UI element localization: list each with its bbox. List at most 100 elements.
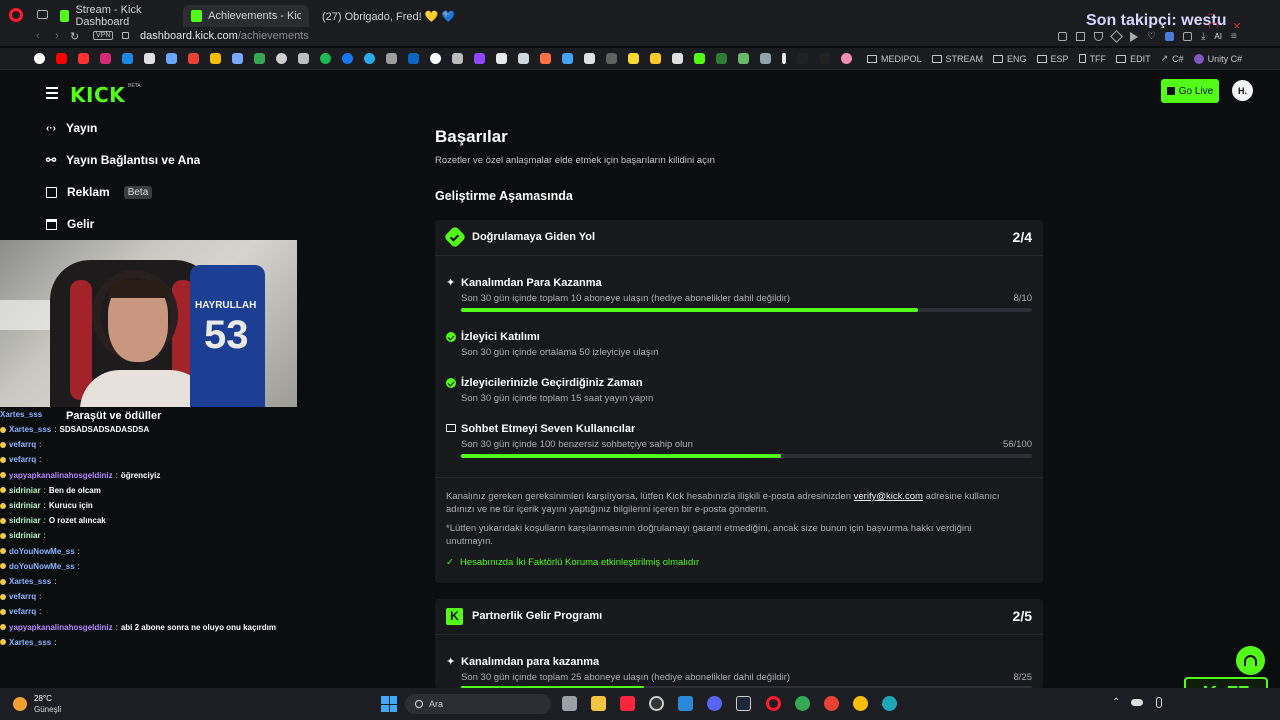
- chat-username[interactable]: yapyapkanalinahosgeldiniz: [9, 623, 113, 632]
- chrome-icon[interactable]: [853, 696, 868, 711]
- url-field[interactable]: dashboard.kick.com/achievements: [140, 30, 309, 42]
- linkedin-bookmark-icon[interactable]: [408, 53, 419, 64]
- youtube-bookmark-icon[interactable]: [56, 53, 67, 64]
- avatar[interactable]: H.: [1232, 80, 1253, 101]
- tab-achievements[interactable]: Achievements - Kick Dashb: [183, 5, 309, 27]
- telegram-bookmark-icon[interactable]: [364, 53, 375, 64]
- camera-bookmark-icon[interactable]: [298, 53, 309, 64]
- task-view-icon[interactable]: [562, 696, 577, 711]
- google-bookmark-icon[interactable]: [34, 53, 45, 64]
- chat-bookmark-icon[interactable]: [166, 53, 177, 64]
- back-icon[interactable]: ‹: [36, 30, 40, 42]
- green-bookmark-icon[interactable]: [716, 53, 727, 64]
- chat-username[interactable]: vefarrq: [9, 440, 36, 449]
- start-button[interactable]: [381, 696, 397, 712]
- heart-icon[interactable]: ♡: [1147, 32, 1156, 42]
- orange-bookmark-icon[interactable]: [540, 53, 551, 64]
- sidebar-item-reklam[interactable]: Reklam Beta: [46, 185, 153, 199]
- instagram-bookmark-icon[interactable]: [100, 53, 111, 64]
- reddit-bookmark-icon[interactable]: [430, 53, 441, 64]
- dark-bookmark-icon[interactable]: [606, 53, 617, 64]
- weather-icon[interactable]: [13, 697, 27, 711]
- cube-icon[interactable]: [1110, 30, 1123, 43]
- snapshot-icon[interactable]: [1076, 32, 1085, 41]
- linkedin-bookmark-icon[interactable]: [122, 53, 133, 64]
- edge-icon[interactable]: [882, 696, 897, 711]
- bookmark-folder-medipol[interactable]: MEDIPOL: [867, 54, 922, 64]
- chat-username[interactable]: sidriniar: [9, 501, 41, 510]
- chat-username[interactable]: Xartes_sss: [0, 410, 42, 419]
- chat-username[interactable]: sidriniar: [9, 516, 41, 525]
- maps-bookmark-icon[interactable]: [254, 53, 265, 64]
- vpn-badge[interactable]: VPN: [93, 31, 114, 40]
- sidebar-item-stream-key[interactable]: ⚯ Yayın Bağlantısı ve Anahta: [46, 153, 200, 167]
- bar-bookmark-icon[interactable]: [782, 53, 786, 64]
- chatgpt-bookmark-icon[interactable]: [276, 53, 287, 64]
- verify-email-link[interactable]: verify@kick.com: [854, 491, 923, 502]
- chat-username[interactable]: vefarrq: [9, 607, 36, 616]
- calendar-bookmark-icon[interactable]: [496, 53, 507, 64]
- aria-ai-button[interactable]: AI: [1214, 32, 1222, 42]
- music-icon[interactable]: [620, 696, 635, 711]
- download-icon[interactable]: ⤓: [1201, 32, 1205, 42]
- sidebar-item-yayin[interactable]: ‹·› Yayın: [46, 121, 97, 135]
- kick-logo[interactable]: KICK: [70, 83, 125, 107]
- onedrive-icon[interactable]: [1131, 699, 1143, 706]
- chrome-icon[interactable]: [795, 696, 810, 711]
- reload-icon[interactable]: ↻: [70, 30, 79, 43]
- chat-username[interactable]: Xartes_sss: [9, 638, 51, 647]
- black-bookmark-icon[interactable]: [819, 53, 830, 64]
- messenger-bookmark-icon[interactable]: [342, 53, 353, 64]
- menu-icon[interactable]: ≡: [1231, 32, 1237, 42]
- kick-bookmark-icon[interactable]: [694, 53, 705, 64]
- chat-username[interactable]: vefarrq: [9, 592, 36, 601]
- bookmark-folder-eng[interactable]: ENG: [993, 54, 1027, 64]
- bookmark-tff[interactable]: TFF: [1078, 54, 1106, 64]
- gemini-bookmark-icon[interactable]: [232, 53, 243, 64]
- gmail-bookmark-icon[interactable]: [188, 53, 199, 64]
- sidebar-item-gelir[interactable]: Gelir: [46, 217, 94, 231]
- steam-icon[interactable]: [736, 696, 751, 711]
- bookmark-folder-edit[interactable]: EDIT: [1116, 54, 1151, 64]
- chat-username[interactable]: Xartes_sss: [9, 577, 51, 586]
- doc-bookmark-icon[interactable]: [672, 53, 683, 64]
- bookmark-folder-stream[interactable]: STREAM: [931, 54, 983, 64]
- twitch-bookmark-icon[interactable]: [474, 53, 485, 64]
- youtube-bookmark-icon[interactable]: [78, 53, 89, 64]
- discord-icon[interactable]: [707, 696, 722, 711]
- extension-icon[interactable]: [1164, 32, 1174, 41]
- chat-username[interactable]: doYouNowMe_ss: [9, 547, 75, 556]
- medipol-bookmark-icon[interactable]: [841, 53, 852, 64]
- search-input[interactable]: Ara: [405, 694, 551, 714]
- workspaces-icon[interactable]: [37, 10, 48, 19]
- bookmark-unity[interactable]: Unity C#: [1193, 53, 1242, 64]
- bookmark-folder-esp[interactable]: ESP: [1036, 54, 1069, 64]
- shield-icon[interactable]: [1094, 32, 1103, 41]
- share-bookmark-icon[interactable]: [386, 53, 397, 64]
- x-bookmark-icon[interactable]: [144, 53, 155, 64]
- crest-bookmark-icon[interactable]: [738, 53, 749, 64]
- steam-bookmark-icon[interactable]: [452, 53, 463, 64]
- opera-logo-icon[interactable]: [9, 8, 23, 22]
- black-bookmark-icon[interactable]: [797, 53, 808, 64]
- tray-chevron-icon[interactable]: ⌃: [1112, 697, 1120, 708]
- yellow-bookmark-icon[interactable]: [628, 53, 639, 64]
- chat-username[interactable]: sidriniar: [9, 531, 41, 540]
- tab-stream-dashboard[interactable]: Stream - Kick Dashboard: [52, 4, 180, 28]
- puzzle-icon[interactable]: [1182, 32, 1192, 41]
- grid-bookmark-icon[interactable]: [518, 53, 529, 64]
- vscode-icon[interactable]: [678, 696, 693, 711]
- s-bookmark-icon[interactable]: [650, 53, 661, 64]
- obs-icon[interactable]: [649, 696, 664, 711]
- menu-icon[interactable]: [46, 87, 58, 102]
- chat-username[interactable]: doYouNowMe_ss: [9, 562, 75, 571]
- forward-icon[interactable]: ›: [55, 30, 59, 42]
- chat-username[interactable]: yapyapkanalinahosgeldiniz: [9, 471, 113, 480]
- chat-username[interactable]: Xartes_sss: [9, 425, 51, 434]
- play-icon[interactable]: [1130, 32, 1138, 42]
- steam-bookmark-icon[interactable]: [760, 53, 771, 64]
- chat-username[interactable]: sidriniar: [9, 486, 41, 495]
- bookmark-csharp[interactable]: ↗ C#: [1161, 53, 1184, 64]
- drive-bookmark-icon[interactable]: [210, 53, 221, 64]
- chrome-icon[interactable]: [824, 696, 839, 711]
